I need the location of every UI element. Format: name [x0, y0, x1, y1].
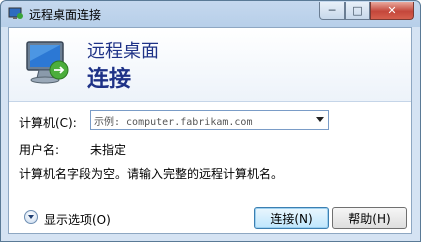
rdp-window: 远程桌面连接 ─ □ ✕ 远程桌面 连接 计算机(C): 示例: compute… — [0, 0, 421, 242]
username-label: 用户名: — [19, 143, 60, 157]
dialog-client: 远程桌面 连接 计算机(C): 示例: computer.fabrikam.co… — [8, 27, 412, 234]
close-button[interactable]: ✕ — [370, 2, 414, 20]
close-icon: ✕ — [387, 4, 397, 17]
banner-title-line2: 连接 — [87, 67, 132, 92]
minimize-icon: ─ — [328, 4, 336, 17]
connect-button-label: 连接(N) — [270, 211, 313, 226]
app-icon — [8, 7, 23, 19]
help-button-label: 帮助(H) — [348, 211, 391, 226]
status-message: 计算机名字段为空。请输入完整的远程计算机名。 — [19, 167, 284, 181]
show-options-label[interactable]: 显示选项(O) — [44, 211, 111, 228]
help-button[interactable]: 帮助(H) — [332, 207, 407, 229]
minimize-button[interactable]: ─ — [319, 2, 345, 20]
window-title: 远程桌面连接 — [29, 8, 102, 22]
connect-button[interactable]: 连接(N) — [254, 207, 329, 229]
chevron-down-icon[interactable] — [316, 117, 324, 122]
username-value: 未指定 — [90, 143, 127, 157]
computer-placeholder: 示例: computer.fabrikam.com — [94, 117, 253, 128]
show-options-toggle[interactable] — [24, 210, 38, 224]
banner-title-line1: 远程桌面 — [87, 41, 159, 62]
maximize-icon: □ — [352, 4, 363, 17]
computer-label: 计算机(C): — [19, 116, 77, 130]
maximize-button[interactable]: □ — [345, 2, 370, 20]
banner: 远程桌面 连接 — [9, 28, 411, 102]
title-bar[interactable]: 远程桌面连接 ─ □ ✕ — [1, 1, 420, 27]
computer-combobox[interactable]: 示例: computer.fabrikam.com — [90, 110, 329, 130]
monitor-remote-icon — [26, 41, 69, 84]
